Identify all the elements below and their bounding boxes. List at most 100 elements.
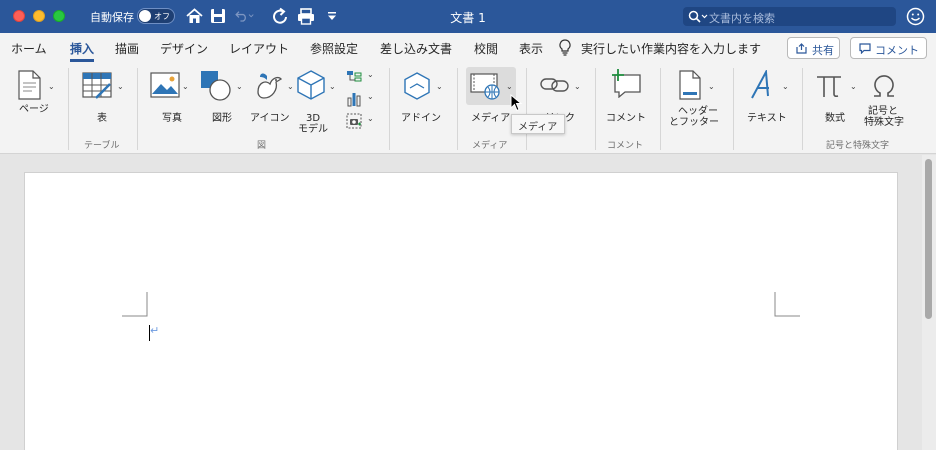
scrollbar-thumb[interactable] (925, 159, 932, 319)
redo-icon[interactable] (270, 6, 290, 26)
icons-label: アイコン (250, 113, 290, 124)
table-dropdown-icon[interactable]: ⌄ (117, 82, 124, 91)
tab-references[interactable]: 参照設定 (310, 40, 358, 57)
share-label: 共有 (812, 44, 834, 57)
share-button[interactable]: 共有 (787, 37, 840, 59)
tab-draw[interactable]: 描画 (115, 40, 139, 57)
group-separator (526, 68, 527, 150)
picture-button[interactable]: ⌄ 写真 (150, 70, 192, 124)
text-label: テキスト (747, 113, 787, 124)
group-separator (595, 68, 596, 150)
shapes-label: 図形 (212, 113, 232, 124)
shapes-button[interactable]: ⌄ 図形 (200, 70, 246, 124)
symbol-button[interactable]: 記号と 特殊文字 (862, 70, 910, 130)
document-page[interactable]: ↵ (24, 172, 898, 450)
tab-layout[interactable]: レイアウト (229, 40, 289, 57)
link-dropdown-icon[interactable]: ⌄ (574, 82, 581, 91)
group-label-symbols: 記号と特殊文字 (826, 141, 890, 151)
symbol-label-line2: 特殊文字 (864, 117, 904, 128)
page-button[interactable]: ⌄ ページ (12, 70, 58, 120)
picture-dropdown-icon[interactable]: ⌄ (182, 82, 189, 91)
icons-dropdown-icon[interactable]: ⌄ (287, 82, 294, 91)
page-label: ページ (19, 104, 49, 115)
icons-button[interactable]: ⌄ アイコン (250, 70, 294, 124)
header-footer-button[interactable]: ⌄ ヘッダー とフッター (668, 70, 726, 130)
text-a-icon (751, 70, 769, 99)
addins-icon (404, 72, 430, 100)
equation-button[interactable]: ⌄ 数式 (814, 70, 860, 124)
comment-bubble-icon (859, 43, 871, 54)
comment-label: コメント (606, 113, 646, 124)
close-window-button[interactable] (13, 10, 25, 22)
equation-dropdown-icon[interactable]: ⌄ (850, 82, 857, 91)
new-comment-button[interactable]: コメント (604, 68, 650, 124)
addins-button[interactable]: ⌄ アドイン (400, 70, 446, 124)
save-icon[interactable] (208, 6, 228, 26)
text-button[interactable]: ⌄ テキスト (744, 70, 794, 124)
smartart-button[interactable]: ⌄ (344, 68, 378, 86)
smiley-feedback-icon[interactable] (906, 7, 925, 26)
tab-review[interactable]: 校閲 (474, 40, 498, 57)
media-icon (470, 73, 500, 100)
3d-models-button[interactable]: ⌄ 3D モデル (296, 70, 340, 135)
undo-icon[interactable] (234, 6, 254, 26)
table-button[interactable]: ⌄ 表 (80, 70, 128, 124)
maximize-window-button[interactable] (53, 10, 65, 22)
table-label: 表 (97, 113, 107, 124)
paragraph-mark-icon: ↵ (150, 324, 160, 337)
autosave-state: オフ (154, 12, 170, 21)
addins-label: アドイン (401, 113, 441, 124)
group-separator (457, 68, 458, 150)
chart-button[interactable]: ⌄ (344, 90, 378, 108)
link-icon (540, 78, 569, 92)
picture-icon (150, 72, 180, 98)
title-bar: 自動保存 オフ 文書 1 文書内を検索 (0, 0, 936, 33)
table-icon (82, 72, 112, 99)
tab-mailings[interactable]: 差し込み文書 (380, 40, 452, 57)
3d-models-dropdown-icon[interactable]: ⌄ (329, 82, 336, 91)
tab-design[interactable]: デザイン (160, 40, 208, 57)
document-area: ↵ (0, 155, 936, 450)
home-icon[interactable] (184, 6, 204, 26)
smartart-dropdown-icon[interactable]: ⌄ (367, 70, 374, 79)
search-input[interactable]: 文書内を検索 (709, 10, 775, 26)
group-label-media: メディア (472, 141, 508, 151)
shapes-dropdown-icon[interactable]: ⌄ (236, 82, 243, 91)
ribbon-tabs: ホーム 挿入 描画 デザイン レイアウト 参照設定 差し込み文書 校閲 表示 実… (0, 33, 936, 62)
addins-dropdown-icon[interactable]: ⌄ (436, 82, 443, 91)
header-footer-dropdown-icon[interactable]: ⌄ (708, 82, 715, 91)
text-dropdown-icon[interactable]: ⌄ (782, 82, 789, 91)
tab-insert[interactable]: 挿入 (70, 40, 94, 57)
media-dropdown-icon[interactable]: ⌄ (506, 82, 513, 91)
search-box[interactable]: 文書内を検索 (683, 7, 896, 26)
minimize-window-button[interactable] (33, 10, 45, 22)
link-button[interactable]: ⌄ リンク (538, 70, 586, 124)
group-label-illustrations: 図 (257, 141, 267, 151)
customize-toolbar-icon[interactable] (322, 6, 342, 26)
top-right-margin-mark (774, 292, 800, 317)
toggle-knob (139, 10, 151, 22)
print-icon[interactable] (296, 6, 316, 26)
page-dropdown-icon[interactable]: ⌄ (48, 82, 55, 91)
mouse-pointer-icon (510, 94, 523, 112)
new-comment-icon (612, 69, 641, 98)
screenshot-icon (346, 113, 362, 129)
tell-me-input[interactable]: 実行したい作業内容を入力します (581, 40, 761, 57)
media-label: メディア (471, 113, 511, 124)
tab-home[interactable]: ホーム (11, 40, 47, 57)
chart-dropdown-icon[interactable]: ⌄ (367, 92, 374, 101)
screenshot-dropdown-icon[interactable]: ⌄ (367, 114, 374, 123)
equation-label: 数式 (825, 113, 845, 124)
share-icon (796, 43, 807, 54)
chart-icon (347, 93, 361, 107)
page-icon (18, 70, 41, 100)
shapes-icon (201, 71, 231, 101)
autosave-toggle[interactable]: オフ (137, 8, 175, 24)
header-footer-label-line2: とフッター (669, 117, 719, 128)
screenshot-button[interactable]: ⌄ (344, 112, 378, 130)
tab-view[interactable]: 表示 (519, 40, 543, 57)
group-separator (389, 68, 390, 150)
vertical-scrollbar[interactable] (922, 155, 936, 450)
comments-button[interactable]: コメント (850, 37, 927, 59)
comments-label: コメント (875, 44, 919, 57)
